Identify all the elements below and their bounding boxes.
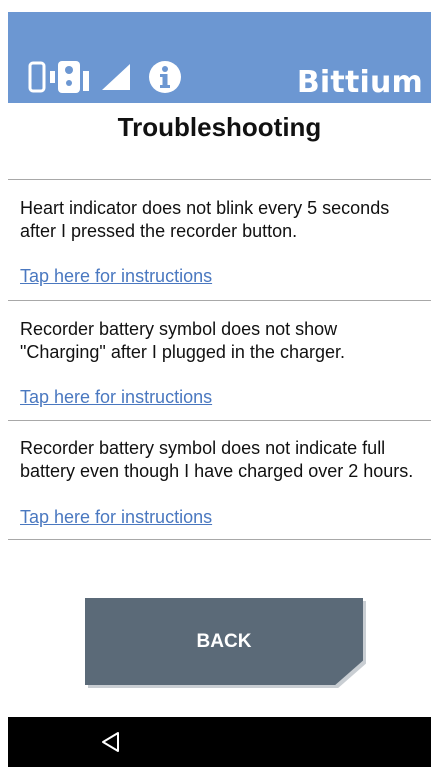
system-navigation-bar	[8, 717, 431, 767]
troubleshooting-screen: Bittium Troubleshooting Heart indicator …	[0, 0, 431, 767]
recorder-icon	[50, 61, 89, 93]
list-item: Recorder battery symbol does not show "C…	[20, 318, 420, 418]
phone-icon	[28, 61, 46, 93]
instructions-link[interactable]: Tap here for instructions	[20, 387, 212, 408]
status-bar	[0, 0, 431, 12]
info-icon	[149, 61, 181, 93]
back-triangle-icon[interactable]	[100, 731, 122, 753]
item-description: Heart indicator does not blink every 5 s…	[20, 198, 390, 241]
instructions-link[interactable]: Tap here for instructions	[20, 266, 212, 287]
list-item: Recorder battery symbol does not indicat…	[20, 437, 420, 537]
divider	[8, 539, 431, 540]
back-button[interactable]: BACK	[85, 598, 363, 685]
instructions-link[interactable]: Tap here for instructions	[20, 507, 212, 528]
item-description: Recorder battery symbol does not show "C…	[20, 319, 345, 362]
page-title: Troubleshooting	[117, 112, 322, 142]
app-header: Bittium	[8, 12, 431, 103]
item-description: Recorder battery symbol does not indicat…	[20, 438, 414, 481]
divider	[8, 300, 431, 301]
signal-icon	[102, 64, 130, 90]
list-item: Heart indicator does not blink every 5 s…	[20, 197, 420, 297]
divider	[8, 179, 431, 180]
divider	[8, 420, 431, 421]
brand-logo-text: Bittium	[296, 65, 423, 100]
header-icons	[28, 58, 182, 96]
